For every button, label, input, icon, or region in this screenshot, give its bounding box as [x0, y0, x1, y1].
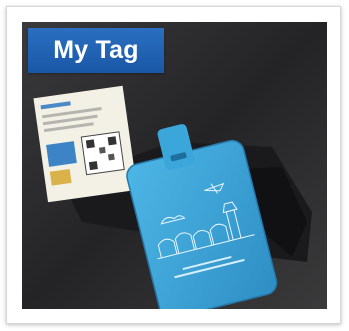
- card-title: My Tag: [53, 36, 139, 64]
- title-badge: My Tag: [28, 28, 164, 73]
